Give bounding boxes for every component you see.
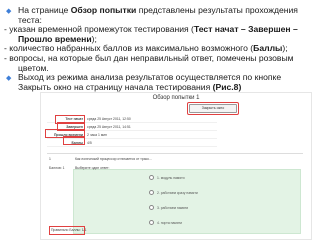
bullet-line-5: ◆ Выход из режима анализа результатов ос… xyxy=(4,72,316,92)
question-text: Как логический процессор отличается от т… xyxy=(75,157,152,161)
dash-line-4: - вопросы, на которые был дан неправильн… xyxy=(4,52,316,73)
close-window-button[interactable]: Закрыть окно xyxy=(189,104,237,113)
summary-value: среда 25 Август 2011, 12:50 xyxy=(87,116,131,121)
text-run: Выход из режима анализа результатов осущ… xyxy=(18,72,282,83)
text-run-bold: Обзор попытки xyxy=(70,5,137,15)
text-run: ); xyxy=(282,43,288,54)
dash-line-2: - указан временной промежуток тестирован… xyxy=(4,24,316,44)
radio-icon[interactable] xyxy=(149,190,154,195)
option-label: 3. работаем памяти xyxy=(157,205,189,210)
answer-option[interactable]: 4. порта памяти xyxy=(149,220,182,225)
option-label: 1. модуль памяти xyxy=(157,175,185,180)
radio-icon[interactable] xyxy=(149,175,154,180)
question-block: 1 Баллов: 1 Как логический процессор отл… xyxy=(47,153,303,236)
option-label: 2. работаем сразу памяти xyxy=(157,190,198,195)
text-run-bold: (Рис.8) xyxy=(212,81,242,92)
answer-option[interactable]: 1. модуль памяти xyxy=(149,175,185,180)
text-run-bold: Тест начат – Завершен – xyxy=(193,24,298,35)
summary-value: 4/5 xyxy=(87,140,92,145)
radio-icon[interactable] xyxy=(149,205,154,210)
question-number: 1 xyxy=(49,157,51,161)
text-run: На странице xyxy=(18,5,71,15)
text-run: цветом. xyxy=(18,62,49,73)
label-highlight xyxy=(63,136,85,145)
shot-title: Обзор попытки 1 xyxy=(152,95,200,101)
question-answer-area xyxy=(73,169,301,234)
option-label: 4. порта памяти xyxy=(157,220,182,225)
question-prompt: Выберите один ответ: xyxy=(75,166,110,170)
text-run: теста: xyxy=(18,14,42,25)
bullet-line-1: ◆ На странице Обзор попытки представлены… xyxy=(4,5,316,25)
text-run-bold: Прошло времени xyxy=(18,33,92,44)
summary-value: 2 часа 1 мин xyxy=(87,132,107,137)
slide-text: ◆ На странице Обзор попытки представлены… xyxy=(4,5,316,92)
question-points: Баллов: 1 xyxy=(49,166,65,170)
bullet-icon: ◆ xyxy=(6,8,12,15)
screenshot-figure: Обзор попытки 1 Закрыть окно Тест начат … xyxy=(40,92,312,240)
text-run: - указан временной промежуток тестирован… xyxy=(4,24,194,35)
text-run: Закрыть окно на страницу начала тестиров… xyxy=(18,81,213,92)
result-highlight xyxy=(49,226,85,235)
text-run: представлены результаты прохождения xyxy=(136,5,298,15)
answer-option[interactable]: 3. работаем памяти xyxy=(149,205,188,210)
answer-option[interactable]: 2. работаем сразу памяти xyxy=(149,190,198,195)
text-run: - количество набранных баллов из максима… xyxy=(4,43,254,54)
text-run-bold: Баллы xyxy=(253,43,283,54)
radio-icon[interactable] xyxy=(149,220,154,225)
text-run: - вопросы, на которые был дан неправильн… xyxy=(4,52,294,63)
text-run: ); xyxy=(91,33,97,44)
summary-value: среда 25 Август 2011, 14:51 xyxy=(87,124,131,129)
bullet-icon: ◆ xyxy=(6,75,12,83)
